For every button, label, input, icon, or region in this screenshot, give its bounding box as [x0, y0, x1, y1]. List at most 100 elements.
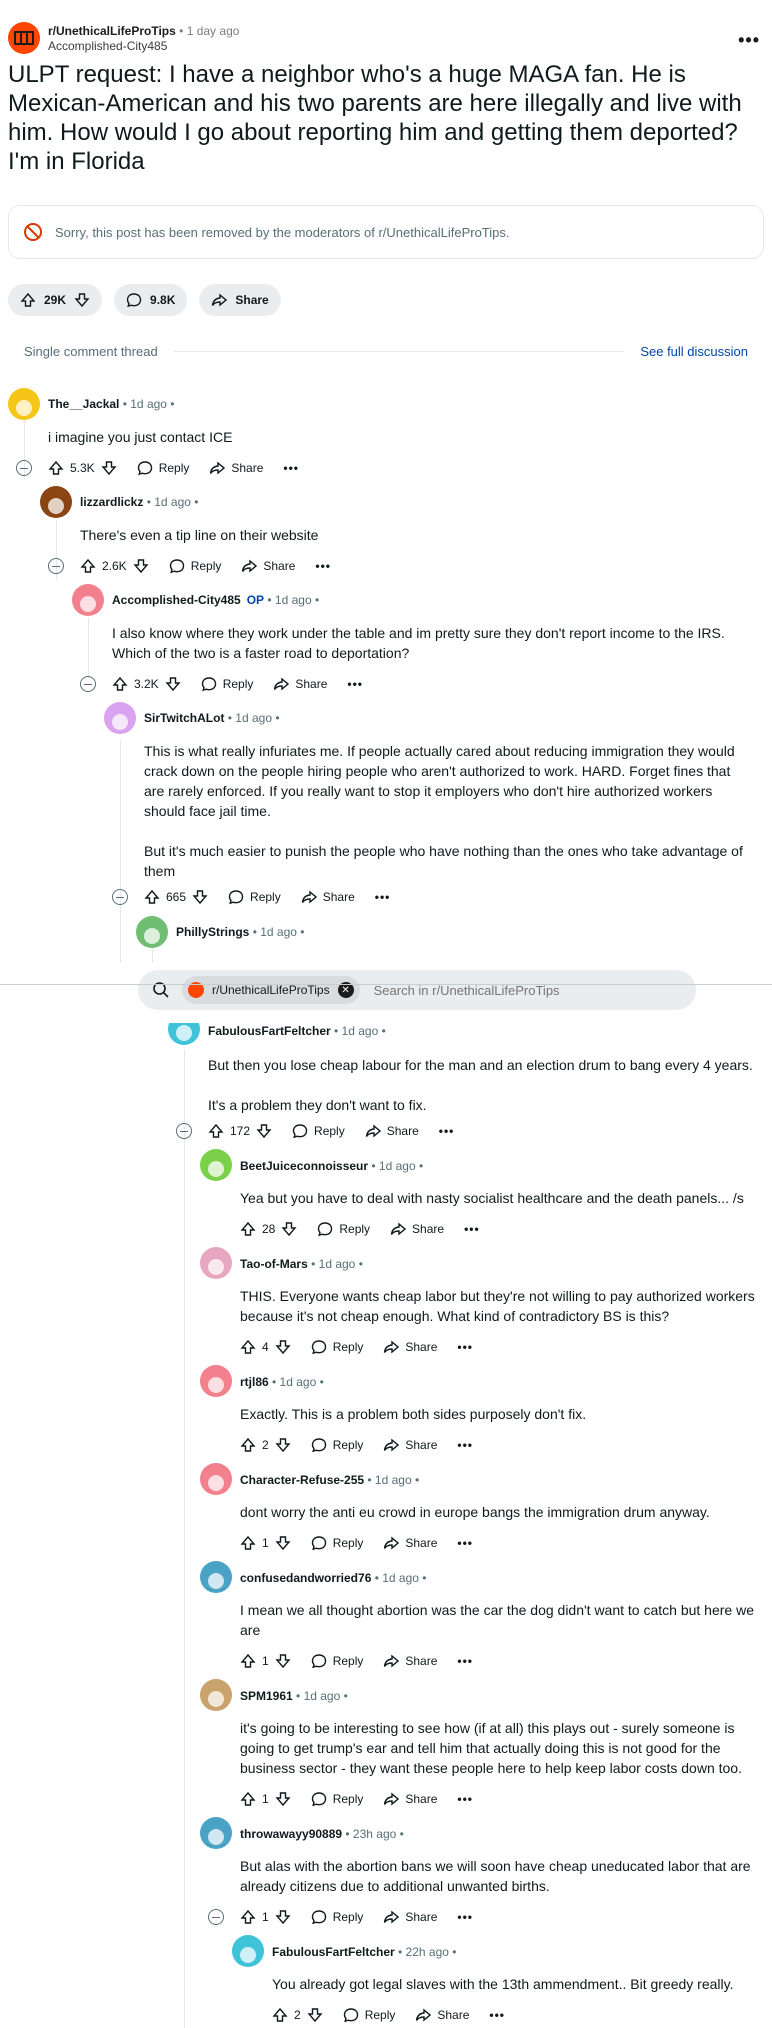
avatar[interactable] — [232, 1935, 264, 1967]
upvote-icon[interactable] — [80, 558, 96, 574]
author-name[interactable]: FabulousFartFeltcher — [272, 1945, 395, 1959]
comment-author[interactable]: PhillyStrings • 1d ago • — [176, 925, 304, 939]
reply-icon[interactable] — [343, 2007, 359, 2023]
downvote-icon[interactable] — [192, 889, 208, 905]
share-button[interactable]: Share — [383, 1653, 437, 1669]
comment-author[interactable]: SirTwitchALot • 1d ago • — [144, 711, 280, 725]
reply-button[interactable]: Reply — [292, 1123, 345, 1139]
reply-icon[interactable] — [311, 1437, 327, 1453]
comment-author[interactable]: SPM1961 • 1d ago • — [240, 1689, 348, 1703]
collapse-icon[interactable] — [48, 558, 64, 574]
share-icon[interactable] — [365, 1123, 381, 1139]
share-icon[interactable] — [209, 460, 226, 476]
share-button[interactable]: Share — [209, 460, 263, 476]
more-options-icon[interactable]: ••• — [457, 1792, 473, 1806]
more-options-icon[interactable]: ••• — [375, 890, 391, 904]
downvote-icon[interactable] — [275, 1437, 291, 1453]
share-icon[interactable] — [241, 558, 258, 574]
search-bar[interactable]: r/UnethicalLifeProTips ✕ — [138, 970, 696, 1010]
downvote-icon[interactable] — [275, 1535, 291, 1551]
share-icon[interactable] — [383, 1791, 400, 1807]
share-button[interactable]: Share — [383, 1909, 437, 1925]
reply-icon[interactable] — [137, 460, 153, 476]
upvote-icon[interactable] — [20, 292, 36, 308]
share-icon[interactable] — [301, 889, 317, 905]
reply-button[interactable]: Reply — [343, 2007, 395, 2023]
share-icon[interactable] — [383, 1437, 400, 1453]
collapse-icon[interactable] — [16, 460, 32, 476]
share-button[interactable]: Share — [241, 558, 295, 574]
share-button[interactable]: Share — [365, 1123, 419, 1139]
share-button[interactable]: Share — [199, 284, 281, 316]
share-button[interactable]: Share — [383, 1437, 437, 1453]
comment-author[interactable]: FabulousFartFeltcher • 22h ago • — [272, 1945, 456, 1959]
reply-button[interactable]: Reply — [137, 460, 189, 476]
comment-author[interactable]: BeetJuiceconnoisseur • 1d ago • — [240, 1159, 423, 1173]
reply-icon[interactable] — [311, 1535, 327, 1551]
author-name[interactable]: throwawayy90889 — [240, 1827, 342, 1841]
upvote-icon[interactable] — [240, 1221, 256, 1237]
more-options-icon[interactable]: ••• — [347, 677, 363, 691]
upvote-icon[interactable] — [240, 1909, 256, 1925]
upvote-icon[interactable] — [240, 1791, 256, 1807]
share-icon[interactable] — [383, 1653, 400, 1669]
avatar[interactable] — [8, 388, 40, 420]
upvote-icon[interactable] — [240, 1535, 256, 1551]
reply-icon[interactable] — [201, 676, 217, 692]
downvote-icon[interactable] — [165, 676, 181, 692]
more-options-icon[interactable]: ••• — [489, 2008, 505, 2022]
author-name[interactable]: Accomplished-City485 — [112, 593, 241, 607]
share-icon[interactable] — [415, 2007, 432, 2023]
upvote-icon[interactable] — [240, 1437, 256, 1453]
more-options-icon[interactable]: ••• — [457, 1438, 473, 1452]
upvote-icon[interactable] — [144, 889, 160, 905]
comment-author[interactable]: rtjl86 • 1d ago • — [240, 1375, 324, 1389]
upvote-icon[interactable] — [208, 1123, 224, 1139]
avatar[interactable] — [200, 1817, 232, 1849]
collapse-icon[interactable] — [208, 1909, 224, 1925]
comment-author[interactable]: Character-Refuse-255 • 1d ago • — [240, 1473, 419, 1487]
share-button[interactable]: Share — [273, 676, 327, 692]
collapse-icon[interactable] — [176, 1123, 192, 1139]
reply-button[interactable]: Reply — [311, 1909, 363, 1925]
downvote-icon[interactable] — [275, 1909, 291, 1925]
share-icon[interactable] — [383, 1535, 400, 1551]
subreddit-name[interactable]: r/UnethicalLifeProTips — [48, 24, 176, 38]
upvote-icon[interactable] — [112, 676, 128, 692]
upvote-icon[interactable] — [240, 1339, 256, 1355]
reply-button[interactable]: Reply — [201, 676, 253, 692]
more-options-icon[interactable]: ••• — [457, 1654, 473, 1668]
share-button[interactable]: Share — [383, 1339, 437, 1355]
downvote-icon[interactable] — [307, 2007, 323, 2023]
avatar[interactable] — [200, 1561, 232, 1593]
comment-author[interactable]: throwawayy90889 • 23h ago • — [240, 1827, 404, 1841]
comments-button[interactable]: 9.8K — [114, 284, 188, 316]
avatar[interactable] — [200, 1149, 232, 1181]
reply-icon[interactable] — [292, 1123, 308, 1139]
more-options-icon[interactable]: ••• — [464, 1222, 480, 1236]
reply-icon[interactable] — [317, 1221, 333, 1237]
reply-button[interactable]: Reply — [311, 1437, 363, 1453]
reply-icon[interactable] — [169, 558, 185, 574]
share-button[interactable]: Share — [415, 2007, 469, 2023]
share-button[interactable]: Share — [301, 889, 355, 905]
reply-button[interactable]: Reply — [228, 889, 281, 905]
comment-author[interactable]: Accomplished-City485 OP • 1d ago • — [112, 593, 319, 607]
share-icon[interactable] — [390, 1221, 407, 1237]
more-options-icon[interactable]: ••• — [457, 1340, 473, 1354]
avatar[interactable] — [200, 1679, 232, 1711]
reply-button[interactable]: Reply — [311, 1653, 363, 1669]
downvote-icon[interactable] — [275, 1339, 291, 1355]
downvote-icon[interactable] — [101, 460, 117, 476]
share-icon[interactable] — [273, 676, 290, 692]
more-options-icon[interactable]: ••• — [439, 1124, 455, 1138]
downvote-icon[interactable] — [133, 558, 149, 574]
avatar[interactable] — [200, 1247, 232, 1279]
more-options-icon[interactable]: ••• — [457, 1910, 473, 1924]
reply-button[interactable]: Reply — [311, 1339, 363, 1355]
author-name[interactable]: The__Jackal — [48, 397, 119, 411]
subreddit-icon[interactable] — [8, 22, 40, 54]
author-name[interactable]: Tao-of-Mars — [240, 1257, 308, 1271]
upvote-icon[interactable] — [272, 2007, 288, 2023]
avatar[interactable] — [200, 1463, 232, 1495]
